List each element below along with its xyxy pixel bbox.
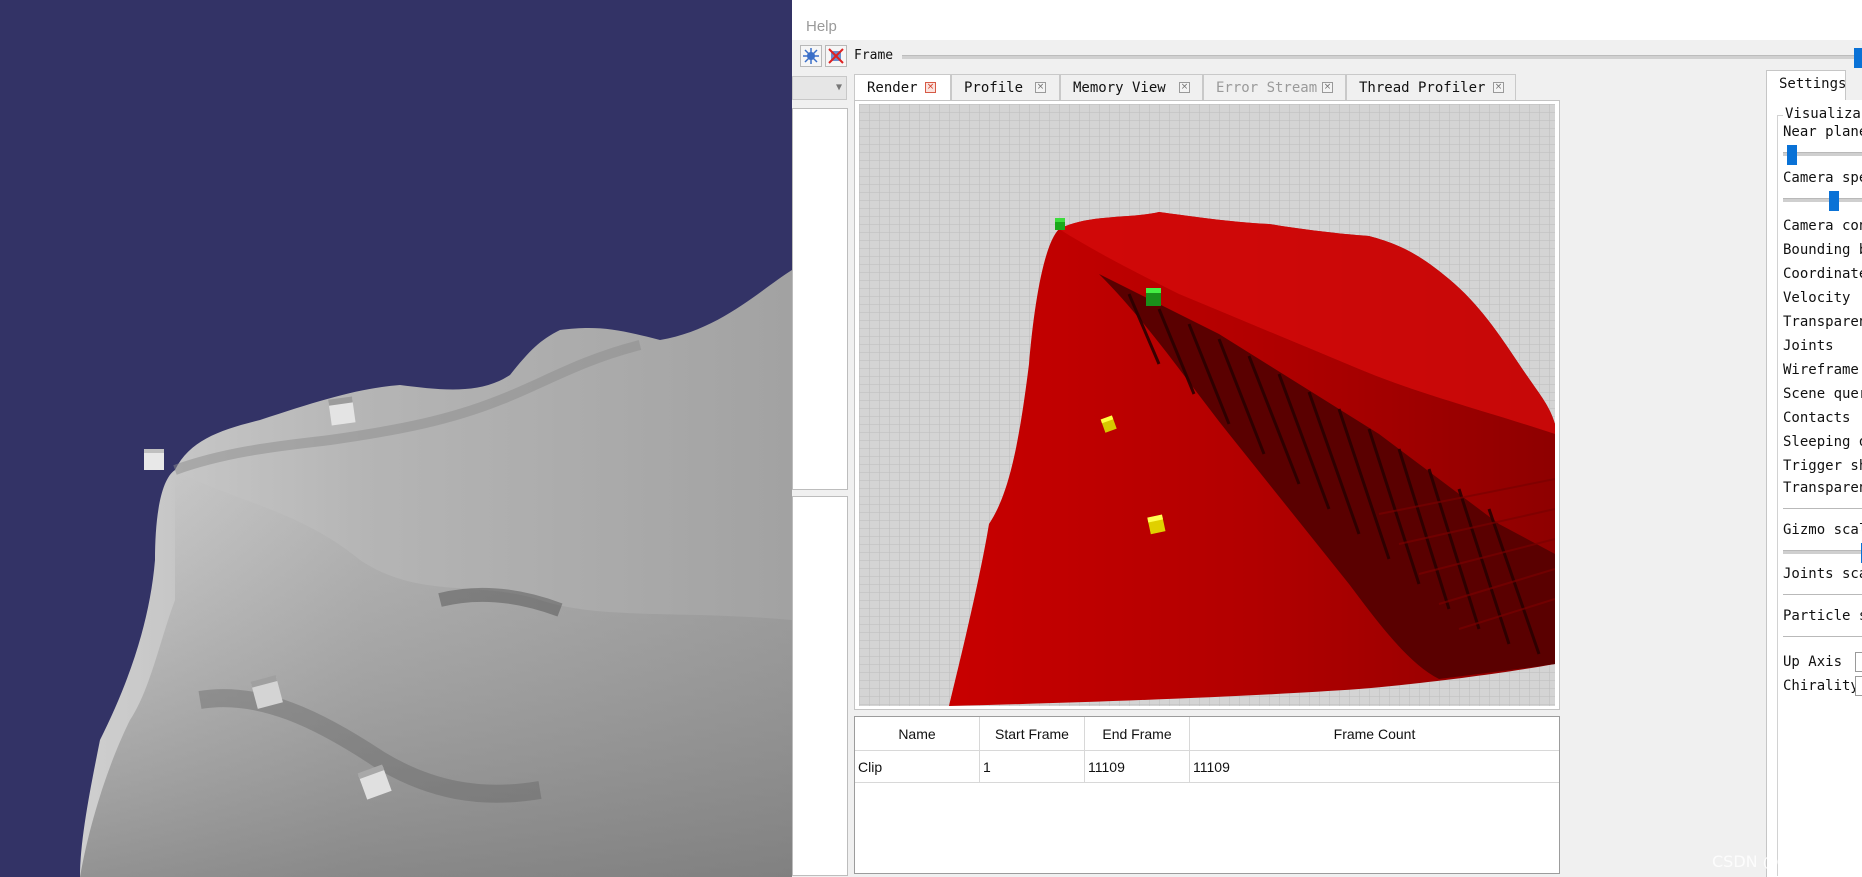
separator	[1783, 508, 1862, 510]
slider-thumb[interactable]	[1829, 191, 1839, 211]
column-header-frame-count[interactable]: Frame Count	[1190, 717, 1559, 751]
tab-thread-profiler[interactable]: Thread Profiler ×	[1346, 74, 1516, 100]
close-icon[interactable]: ×	[925, 82, 936, 93]
slider-thumb[interactable]	[1787, 145, 1797, 165]
menubar: Help	[792, 0, 1862, 40]
clip-table: Name Start Frame End Frame Frame Count C…	[854, 716, 1560, 874]
green-cube	[1055, 218, 1065, 230]
camera-speed-label: Camera spe	[1783, 170, 1862, 186]
separator	[1783, 594, 1862, 596]
disconnect-icon	[828, 48, 844, 64]
close-icon[interactable]: ×	[1493, 82, 1504, 93]
star-burst-icon	[803, 48, 819, 64]
tab-memory-view[interactable]: Memory View ×	[1060, 74, 1203, 100]
left-panel-bottom	[792, 496, 848, 876]
setting-item-0[interactable]: Camera con	[1783, 218, 1862, 234]
setting-item-7[interactable]: Scene quer	[1783, 386, 1862, 402]
close-icon[interactable]: ×	[1035, 82, 1046, 93]
setting-item-2[interactable]: Coordinate	[1783, 266, 1862, 282]
up-axis-combo[interactable]	[1855, 652, 1862, 672]
column-header-end-frame[interactable]: End Frame	[1085, 717, 1190, 751]
tab-bar: Render × Profile × Memory View × Error S…	[854, 74, 1714, 101]
tab-label: Profile	[964, 80, 1024, 96]
red-terrain-scene	[859, 104, 1555, 706]
tab-error-stream[interactable]: Error Stream ×	[1203, 74, 1346, 100]
gray-terrain-scene	[80, 270, 792, 877]
tab-profile[interactable]: Profile ×	[951, 74, 1060, 100]
gizmo-scale-label: Gizmo scal	[1783, 522, 1862, 538]
setting-item-10[interactable]: Trigger sh	[1783, 458, 1862, 474]
left-combo-box[interactable]: ▼	[792, 76, 847, 100]
up-axis-label: Up Axis	[1783, 654, 1843, 670]
tab-render[interactable]: Render ×	[854, 74, 951, 101]
setting-item-5[interactable]: Joints	[1783, 338, 1834, 354]
setting-item-6[interactable]: Wireframe	[1783, 362, 1859, 378]
setting-item-8[interactable]: Contacts	[1783, 410, 1850, 426]
frame-label: Frame	[854, 48, 894, 63]
setting-item-1[interactable]: Bounding b	[1783, 242, 1862, 258]
table-cell[interactable]: 1	[980, 751, 1085, 783]
setting-item-3[interactable]: Velocity	[1783, 290, 1850, 306]
near-plane-label: Near plane	[1783, 124, 1862, 140]
group-title: Visualiza	[1783, 106, 1862, 122]
viewport-3d[interactable]	[0, 0, 792, 877]
setting-item-4[interactable]: Transparen	[1783, 314, 1862, 330]
column-header-start-frame[interactable]: Start Frame	[980, 717, 1085, 751]
close-icon[interactable]: ×	[1322, 82, 1333, 93]
chirality-combo[interactable]	[1855, 676, 1862, 696]
disconnect-button[interactable]	[825, 45, 847, 67]
watermark: CSDN @杨石兴	[1712, 852, 1827, 871]
settings-body: Visualiza Near plane Camera spe Camera c…	[1766, 100, 1862, 877]
tab-label: Memory View	[1073, 80, 1166, 96]
tab-settings[interactable]: Settings	[1766, 70, 1846, 100]
gray-cube	[328, 396, 356, 426]
table-cell[interactable]: Clip	[855, 751, 980, 783]
table-cell[interactable]: 11109	[1190, 751, 1559, 783]
frame-slider-handle[interactable]	[1854, 48, 1862, 68]
left-panel-top	[792, 108, 848, 490]
close-icon[interactable]: ×	[1179, 82, 1190, 93]
gizmo-scale-slider[interactable]	[1783, 543, 1862, 563]
green-cube	[1146, 288, 1161, 306]
menu-help[interactable]: Help	[806, 18, 837, 35]
tab-label: Thread Profiler	[1359, 80, 1486, 96]
separator	[1783, 636, 1862, 638]
setting-item-9[interactable]: Sleeping o	[1783, 434, 1862, 450]
toolbar: Frame	[792, 42, 1862, 70]
chirality-label: Chirality	[1783, 678, 1859, 694]
frame-slider[interactable]	[902, 48, 1862, 68]
tab-label: Error Stream	[1216, 80, 1318, 96]
tab-label: Render	[867, 80, 918, 96]
debug-star-button[interactable]	[800, 45, 822, 67]
chevron-down-icon: ▼	[835, 82, 842, 93]
render-panel[interactable]	[854, 100, 1560, 710]
app-window: Help Frame ▼ Render × Profile × Memory V…	[792, 0, 1862, 877]
near-plane-slider[interactable]	[1783, 145, 1862, 165]
camera-speed-slider[interactable]	[1783, 191, 1862, 211]
particle-label: Particle s	[1783, 608, 1862, 624]
settings-panel: Settings Visualiza Near plane Camera spe…	[1766, 70, 1862, 877]
gray-cube	[144, 449, 164, 470]
joints-scale-label: Joints sca	[1783, 566, 1862, 582]
setting-item-11[interactable]: Transparen	[1783, 480, 1862, 496]
table-cell[interactable]: 11109	[1085, 751, 1190, 783]
column-header-name[interactable]: Name	[855, 717, 980, 751]
